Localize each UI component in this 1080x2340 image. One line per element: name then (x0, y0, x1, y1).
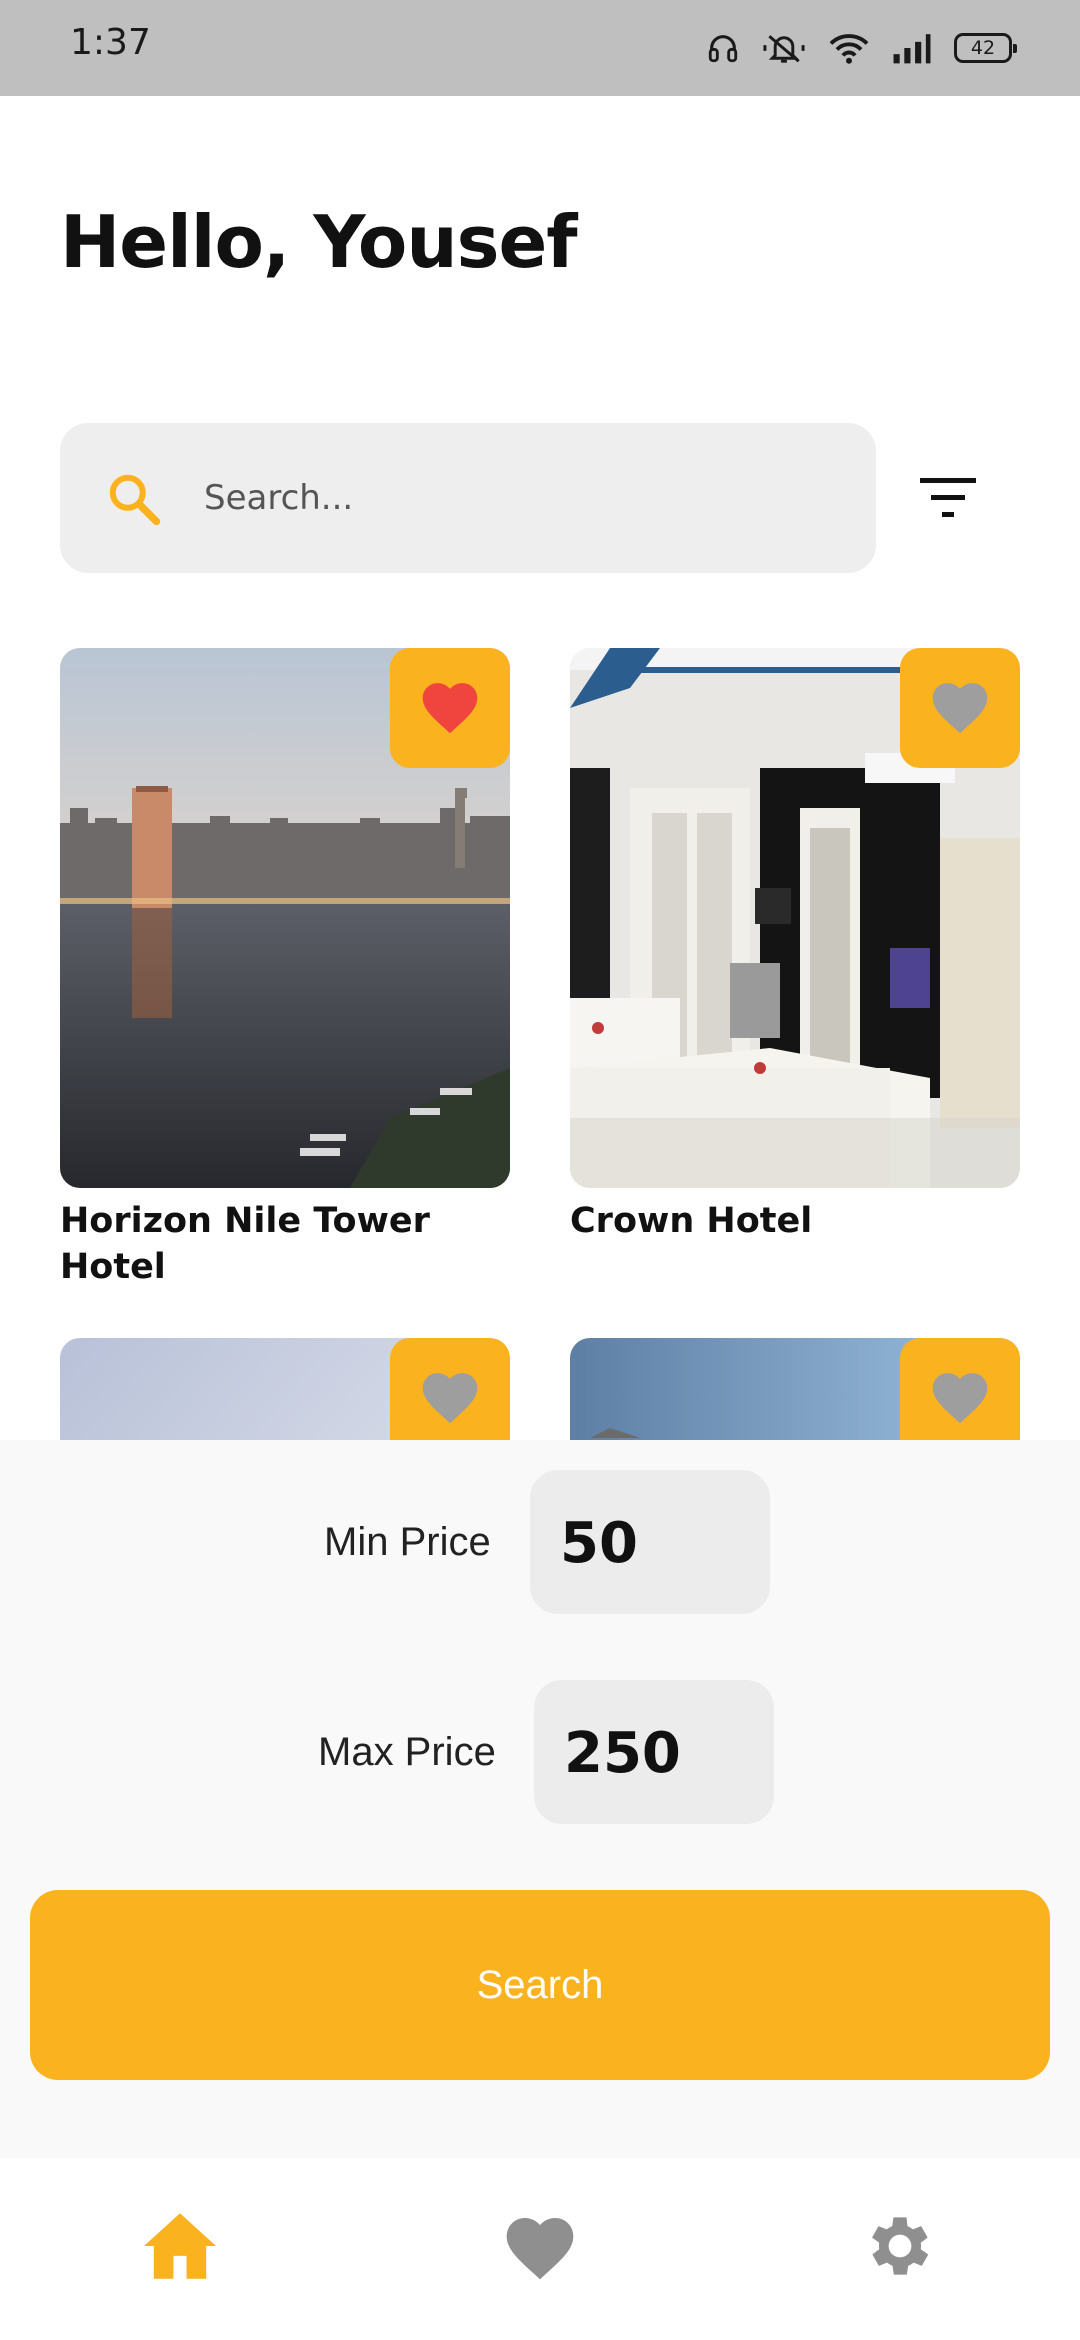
hotel-image[interactable] (570, 1338, 1020, 1440)
favorite-button[interactable] (900, 1338, 1020, 1440)
home-icon (140, 2210, 220, 2286)
heart-icon (927, 676, 993, 740)
favorite-button[interactable] (390, 648, 510, 768)
greeting-title: Hello, Yousef (60, 200, 578, 284)
hotel-card[interactable]: Crown Hotel (570, 648, 1020, 1288)
hotel-card[interactable] (570, 1338, 1020, 1440)
heart-icon (927, 1366, 993, 1430)
min-price-field[interactable] (530, 1470, 770, 1614)
nav-home[interactable] (120, 2188, 240, 2308)
status-time: 1:37 (70, 22, 151, 63)
signal-icon (892, 32, 932, 64)
hotel-image[interactable] (60, 1338, 510, 1440)
status-icons: 42 (706, 26, 1017, 70)
search-button[interactable]: Search (30, 1890, 1050, 2080)
max-price-field[interactable] (534, 1680, 774, 1824)
wifi-icon (828, 31, 870, 65)
heart-icon (417, 676, 483, 740)
search-bar[interactable] (60, 423, 876, 573)
price-filter-sheet: Min Price Max Price Search (0, 1440, 1080, 2158)
min-price-input[interactable] (560, 1508, 750, 1578)
nav-settings[interactable] (840, 2188, 960, 2308)
max-price-input[interactable] (564, 1718, 754, 1788)
hotel-image[interactable] (570, 648, 1020, 1188)
headphones-icon (706, 31, 740, 65)
status-bar: 1:37 42 (0, 0, 1080, 96)
favorites-icon (500, 2209, 580, 2287)
hotel-card[interactable]: Horizon Nile Tower Hotel (60, 648, 510, 1288)
favorite-button[interactable] (900, 648, 1020, 768)
battery-icon: 42 (954, 33, 1017, 63)
hotel-name: Horizon Nile Tower Hotel (60, 1201, 430, 1287)
hotel-image[interactable] (60, 648, 510, 1188)
nav-favorites[interactable] (480, 2188, 600, 2308)
favorite-button[interactable] (390, 1338, 510, 1440)
settings-icon (861, 2207, 939, 2289)
silent-icon (762, 30, 806, 66)
hotel-name: Crown Hotel (570, 1201, 813, 1241)
hotel-card[interactable] (60, 1338, 510, 1440)
bottom-nav (0, 2158, 1080, 2340)
max-price-label: Max Price (318, 1730, 496, 1774)
search-icon (104, 469, 164, 529)
search-input[interactable] (204, 463, 844, 533)
heart-icon (417, 1366, 483, 1430)
filter-icon[interactable] (920, 478, 976, 518)
min-price-label: Min Price (324, 1520, 491, 1564)
